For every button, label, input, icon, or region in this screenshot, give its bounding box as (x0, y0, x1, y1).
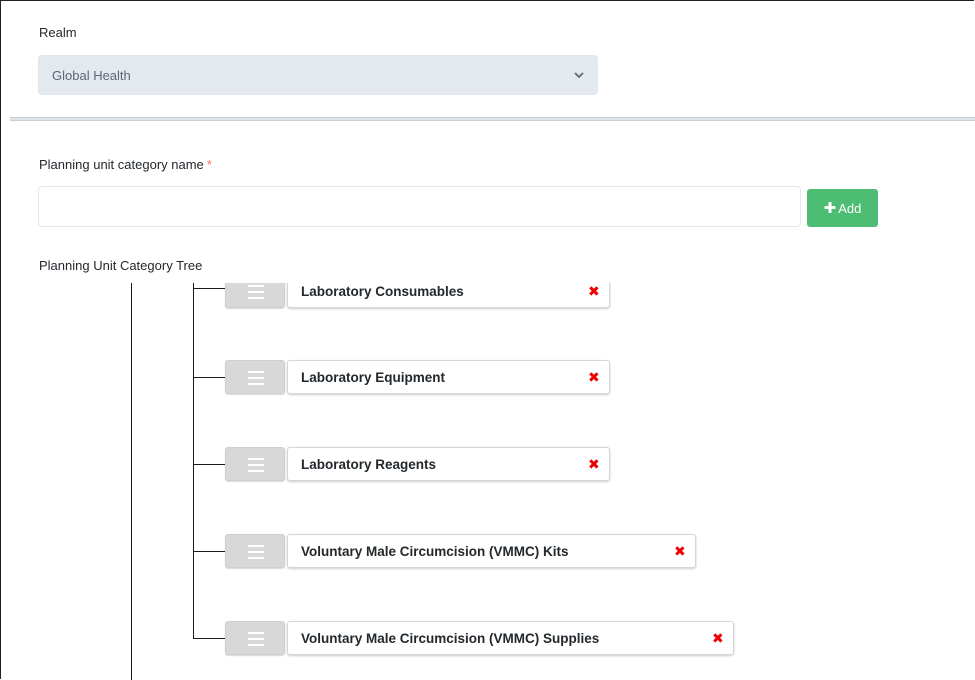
delete-icon[interactable]: ✖ (588, 457, 600, 471)
section-divider (10, 117, 975, 121)
drag-handle-icon (248, 545, 264, 563)
tree-node-label: Voluntary Male Circumcision (VMMC) Kits (301, 543, 569, 559)
realm-select[interactable]: Global Health (38, 55, 598, 95)
tree-node[interactable]: Voluntary Male Circumcision (VMMC) Suppl… (287, 621, 734, 655)
realm-label: Realm (39, 25, 77, 40)
add-button-label: Add (838, 200, 862, 216)
category-name-input[interactable] (38, 186, 801, 227)
delete-icon[interactable]: ✖ (674, 544, 686, 558)
drag-handle-icon (248, 458, 264, 476)
drag-handle[interactable] (225, 283, 285, 308)
chevron-down-icon (574, 72, 584, 79)
tree-connector (193, 377, 225, 378)
drag-handle-icon (248, 285, 264, 303)
tree-label: Planning Unit Category Tree (39, 258, 203, 273)
tree-node-label: Voluntary Male Circumcision (VMMC) Suppl… (301, 630, 600, 646)
plus-icon: ✚ (823, 199, 837, 217)
tree-connector (193, 464, 225, 465)
drag-handle-icon (248, 632, 264, 650)
tree-node-label: Laboratory Reagents (301, 456, 437, 472)
tree-node-label: Laboratory Equipment (301, 369, 446, 385)
drag-handle[interactable] (225, 360, 285, 394)
tree-node[interactable]: Laboratory Equipment ✖ (287, 360, 610, 394)
required-asterisk: * (206, 157, 212, 172)
tree-node-label: Laboratory Consumables (301, 283, 464, 299)
drag-handle[interactable] (225, 534, 285, 568)
drag-handle[interactable] (225, 621, 285, 655)
tree-connector (193, 551, 225, 552)
tree-node[interactable]: Laboratory Consumables ✖ (287, 283, 610, 308)
realm-selected-value: Global Health (52, 67, 131, 83)
delete-icon[interactable]: ✖ (712, 631, 724, 645)
delete-icon[interactable]: ✖ (588, 284, 600, 298)
tree-branch-line (193, 283, 194, 638)
tree-node[interactable]: Laboratory Reagents ✖ (287, 447, 610, 481)
category-name-label-text: Planning unit category name (39, 157, 204, 172)
drag-handle-icon (248, 371, 264, 389)
category-name-label: Planning unit category name * (39, 157, 212, 172)
add-button[interactable]: ✚ Add (807, 189, 878, 227)
drag-handle[interactable] (225, 447, 285, 481)
tree-connector (193, 638, 225, 639)
category-tree: Laboratory Consumables ✖ Laboratory Equi… (0, 283, 975, 680)
tree-connector (193, 288, 225, 289)
delete-icon[interactable]: ✖ (588, 370, 600, 384)
tree-parent-line (131, 283, 132, 680)
tree-node[interactable]: Voluntary Male Circumcision (VMMC) Kits … (287, 534, 696, 568)
